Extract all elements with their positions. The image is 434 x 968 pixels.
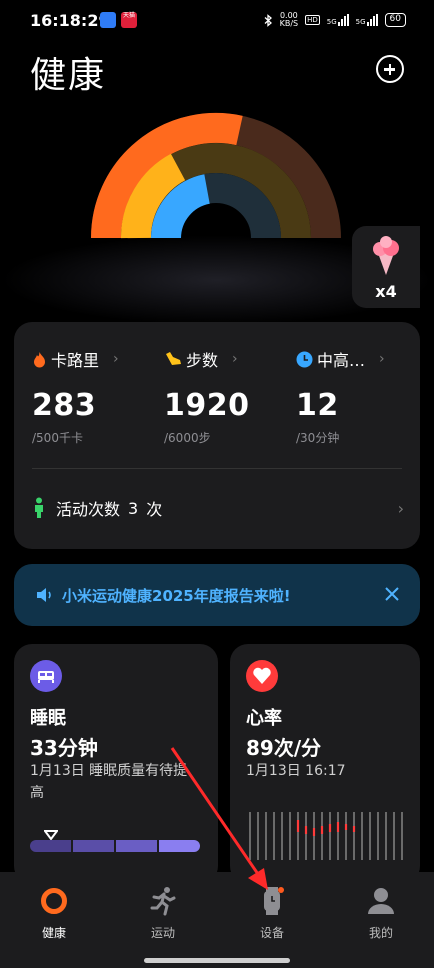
nav-item-sports[interactable]: 运动 bbox=[123, 886, 203, 941]
app-notification-icon bbox=[100, 12, 116, 28]
signal-icon: 5G bbox=[327, 14, 349, 26]
steps-value: 1920 bbox=[164, 388, 250, 423]
sleep-card[interactable]: 睡眠 33分钟 1月13日 睡眠质量有待提高 bbox=[14, 644, 218, 884]
page-title: 健康 bbox=[30, 55, 107, 96]
banner-text: 小米运动健康2025年度报告来啦! bbox=[62, 586, 291, 605]
heart-rate-subtitle: 1月13日 16:17 bbox=[246, 763, 346, 779]
tmall-notification-icon: 天猫 bbox=[121, 12, 137, 28]
activity-count: 3 bbox=[128, 498, 139, 518]
achievement-badge[interactable]: x4 bbox=[352, 226, 420, 308]
status-indicators: 0.00 KB/S HD 5G 5G 60 bbox=[264, 12, 406, 28]
intensity-metric[interactable]: 中高… › 12 /30分钟 bbox=[296, 348, 416, 446]
signal-label: 5G bbox=[326, 18, 337, 26]
battery-indicator: 60 bbox=[384, 13, 406, 27]
steps-target: /6000步 bbox=[164, 431, 211, 445]
steps-label: 步数 bbox=[186, 351, 219, 370]
shoe-icon bbox=[166, 352, 181, 365]
clock-icon bbox=[296, 351, 313, 367]
intensity-target: /30分钟 bbox=[296, 431, 340, 445]
chevron-right-icon: › bbox=[397, 498, 404, 518]
heart-rate-title: 心率 bbox=[246, 708, 282, 729]
watch-icon bbox=[264, 887, 284, 915]
chevron-right-icon: › bbox=[379, 351, 385, 367]
runner-icon bbox=[150, 887, 176, 916]
sleep-subtitle: 1月13日 睡眠质量有待提高 bbox=[30, 763, 188, 801]
sleep-value: 33分钟 bbox=[30, 736, 98, 760]
add-button[interactable] bbox=[376, 55, 404, 83]
bed-icon bbox=[30, 660, 62, 692]
nav-item-health[interactable]: 健康 bbox=[14, 886, 94, 941]
nav-label-profile: 我的 bbox=[368, 926, 393, 940]
activity-summary-card[interactable]: 卡路里 › 283 /500千卡 步数 › 1920 /6000步 中高… › … bbox=[14, 322, 420, 549]
activity-unit: 次 bbox=[146, 500, 163, 519]
calorie-target: /500千卡 bbox=[32, 431, 83, 445]
heart-rate-card[interactable]: 心率 89次/分 1月13日 16:17 bbox=[230, 644, 420, 884]
speaker-icon bbox=[37, 588, 51, 602]
activity-count-row[interactable]: 活动次数 3 次 › bbox=[32, 494, 404, 522]
hd-badge: HD bbox=[305, 15, 320, 25]
flame-icon bbox=[34, 351, 45, 367]
signal-icon-2: 5G bbox=[356, 14, 378, 26]
nav-item-devices[interactable]: 设备 bbox=[232, 886, 312, 941]
chevron-right-icon: › bbox=[232, 351, 238, 367]
sleep-title: 睡眠 bbox=[30, 708, 66, 729]
activity-rings[interactable] bbox=[90, 112, 342, 244]
signal-label-2: 5G bbox=[355, 18, 366, 26]
net-speed-unit: KB/S bbox=[279, 19, 299, 28]
person-icon bbox=[35, 497, 43, 518]
profile-icon bbox=[368, 888, 394, 914]
divider bbox=[32, 468, 402, 469]
nav-label-sports: 运动 bbox=[150, 926, 175, 940]
annual-report-banner[interactable]: 小米运动健康2025年度报告来啦! bbox=[14, 564, 420, 626]
sleep-marker-icon bbox=[44, 830, 58, 840]
status-bar: 16:18:29 天猫 0.00 KB/S HD 5G 5G 60 bbox=[0, 0, 434, 42]
nav-item-profile[interactable]: 我的 bbox=[341, 886, 421, 941]
intensity-label: 中高… bbox=[317, 351, 366, 370]
heart-icon bbox=[246, 660, 278, 692]
network-speed: 0.00 KB/S bbox=[280, 12, 299, 28]
sleep-stage-bar bbox=[30, 840, 200, 852]
badge-count: x4 bbox=[375, 282, 397, 301]
activity-label: 活动次数 bbox=[56, 500, 121, 519]
icecream-icon bbox=[373, 236, 399, 275]
ring-icon bbox=[41, 888, 67, 914]
bottom-nav: 健康 运动 设备 我的 bbox=[0, 872, 434, 968]
steps-metric[interactable]: 步数 › 1920 /6000步 bbox=[164, 348, 284, 446]
calorie-value: 283 bbox=[32, 388, 97, 423]
intensity-value: 12 bbox=[296, 388, 339, 423]
home-indicator bbox=[144, 958, 290, 963]
calorie-metric[interactable]: 卡路里 › 283 /500千卡 bbox=[32, 348, 152, 446]
close-icon[interactable] bbox=[384, 586, 400, 602]
status-time: 16:18:29 bbox=[30, 11, 110, 30]
nav-label-health: 健康 bbox=[41, 926, 66, 940]
bluetooth-icon bbox=[264, 13, 272, 27]
heart-rate-chart bbox=[249, 812, 403, 860]
chevron-right-icon: › bbox=[113, 351, 119, 367]
intensity-ring-progress bbox=[151, 174, 211, 239]
calorie-label: 卡路里 bbox=[51, 351, 100, 370]
nav-label-devices: 设备 bbox=[259, 926, 284, 940]
heart-rate-value: 89次/分 bbox=[246, 736, 322, 760]
